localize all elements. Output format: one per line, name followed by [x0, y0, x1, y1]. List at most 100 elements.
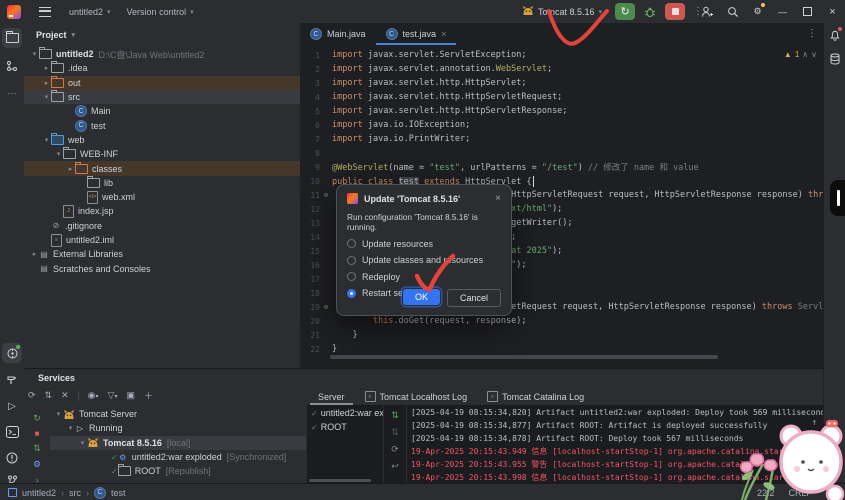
hidden-toolwindow-pill[interactable]: [830, 180, 845, 216]
project-tool-button[interactable]: [2, 28, 22, 48]
refresh-icon[interactable]: ⟳: [28, 390, 36, 401]
radio-option[interactable]: Redeploy: [347, 272, 501, 282]
rerun-server-icon[interactable]: ↻: [33, 413, 41, 424]
search-icon[interactable]: [720, 0, 745, 23]
deploy-icon[interactable]: ⇅: [391, 410, 399, 421]
project-tree-item[interactable]: ▸ classes: [24, 161, 300, 176]
chevron-collapsed-icon[interactable]: ▸: [42, 64, 51, 72]
chevron-expanded-icon[interactable]: ▾: [66, 424, 75, 432]
radio-option[interactable]: Update resources: [347, 239, 501, 249]
project-tree-item[interactable]: Ctest: [24, 118, 300, 132]
radio-icon[interactable]: [347, 255, 356, 265]
chevron-expanded-icon[interactable]: ▾: [78, 439, 87, 447]
log-output[interactable]: [2025-04-19 08:15:34,820] Artifact untit…: [407, 406, 845, 484]
project-tree-item[interactable]: ▸ out: [24, 75, 300, 90]
services-tool-button[interactable]: [2, 343, 22, 363]
artifact-row[interactable]: ✓ ROOT: [307, 420, 383, 434]
structure-tool-button[interactable]: [2, 56, 22, 76]
add-user-icon[interactable]: [695, 0, 720, 23]
project-tree-item[interactable]: ▸ .idea: [24, 61, 300, 75]
radio-icon[interactable]: [347, 288, 356, 298]
problems-tool-button[interactable]: [2, 448, 22, 468]
filter-icon[interactable]: ▽▾: [108, 390, 118, 401]
run-config-selector[interactable]: Tomcat 8.5.16 ▾: [522, 5, 610, 18]
breadcrumb-item[interactable]: test: [111, 488, 126, 498]
minimize-button[interactable]: —: [770, 0, 795, 23]
radio-icon[interactable]: [347, 272, 356, 281]
project-tree-item[interactable]: ▾ untitled2 D:\C盘\Java Web\untitled2: [24, 47, 300, 61]
view-options-icon[interactable]: ◉▾: [88, 390, 99, 401]
chevron-expanded-icon[interactable]: ▾: [54, 150, 63, 158]
services-tree-item[interactable]: ✓ ⚙ untitled2:war exploded [Synchronized]: [50, 450, 306, 464]
build-tool-button[interactable]: [2, 370, 22, 390]
editor-horizontal-scrollbar[interactable]: [330, 355, 718, 359]
project-panel-header[interactable]: Project ▾: [24, 23, 300, 47]
notifications-bell-icon[interactable]: [827, 27, 843, 43]
services-header[interactable]: Services: [24, 369, 845, 387]
scroll-down-icon[interactable]: ↓: [812, 430, 817, 440]
more-tool-windows-icon[interactable]: ⋯: [2, 83, 22, 103]
editor-options-icon[interactable]: ⋮: [807, 28, 817, 39]
services-tree-item[interactable]: ▾ ▷ Running: [50, 421, 306, 435]
project-tree-item[interactable]: ▾ src: [24, 89, 300, 105]
open-in-icon[interactable]: ▣: [126, 390, 135, 401]
services-tab-Tomcat Localhost Log[interactable]: ≡ Tomcat Localhost Log: [357, 389, 476, 405]
vcs-widget[interactable]: Version control: [127, 7, 187, 17]
stop-server-icon[interactable]: ■: [35, 429, 40, 438]
chevron-collapsed-icon[interactable]: ▸: [30, 250, 39, 258]
project-tree-item[interactable]: ▸ ▤ External Libraries: [24, 247, 300, 261]
chevron-expanded-icon[interactable]: ▾: [42, 136, 51, 144]
line-ending[interactable]: CRLF: [788, 488, 812, 498]
chevron-expanded-icon[interactable]: ▾: [42, 93, 51, 101]
rerun-button[interactable]: ↻: [615, 3, 636, 20]
project-tree-item[interactable]: ▾ WEB-INF: [24, 147, 300, 161]
stop-button[interactable]: [665, 3, 686, 20]
editor-tab-test.java[interactable]: Ctest.java ×: [376, 23, 457, 45]
breadcrumb-item[interactable]: src: [69, 488, 81, 498]
chevron-collapsed-icon[interactable]: ▸: [66, 165, 75, 173]
main-menu-icon[interactable]: [39, 6, 51, 17]
scroll-up-icon[interactable]: ↑: [812, 418, 817, 428]
project-tree-item[interactable]: ▾ web: [24, 132, 300, 147]
services-tree-item[interactable]: ✓ ROOT [Republish]: [50, 464, 306, 478]
artifacts-horizontal-scrollbar[interactable]: [309, 479, 371, 482]
project-tree-item[interactable]: ⊘ .gitignore: [24, 219, 300, 233]
caret-position[interactable]: 22:2: [757, 488, 775, 498]
breadcrumb[interactable]: untitled2 › src › Ctest: [8, 486, 126, 499]
project-tree-item[interactable]: Jindex.jsp: [24, 204, 300, 218]
ok-button[interactable]: OK: [402, 289, 440, 305]
services-tab-Tomcat Catalina Log[interactable]: ≡ Tomcat Catalina Log: [479, 389, 592, 405]
add-service-icon[interactable]: ＋: [144, 389, 153, 402]
server-settings-icon[interactable]: ⚙: [33, 459, 41, 470]
project-tree-item[interactable]: ≡ untitled2.iml: [24, 233, 300, 247]
close-tab-icon[interactable]: ×: [441, 29, 446, 39]
maximize-button[interactable]: [795, 0, 820, 23]
terminal-tool-button[interactable]: [2, 422, 22, 442]
dialog-close-icon[interactable]: ×: [495, 193, 501, 204]
breadcrumb-item[interactable]: untitled2: [22, 488, 56, 498]
editor-tab-Main.java[interactable]: C Main.java: [300, 23, 376, 45]
update-app-icon[interactable]: ⇅: [33, 443, 41, 454]
expand-collapse-icon[interactable]: ⇅: [45, 390, 53, 401]
radio-option[interactable]: Update classes and resources: [347, 255, 501, 265]
run-tool-button[interactable]: ▷: [2, 396, 22, 416]
override-method-icon[interactable]: ⊙: [320, 191, 332, 199]
chevron-expanded-icon[interactable]: ▾: [30, 50, 39, 58]
project-tree-item[interactable]: lib: [24, 175, 300, 190]
reload-log-icon[interactable]: ⟳: [391, 444, 399, 455]
soft-wrap-icon[interactable]: ↩: [391, 461, 399, 472]
artifact-row[interactable]: ✓untitled2:war explo: [307, 406, 383, 420]
project-tree-item[interactable]: ▤ Scratches and Consoles: [24, 261, 300, 275]
radio-icon[interactable]: [347, 239, 356, 248]
services-tab-Server[interactable]: Server: [310, 390, 353, 405]
chevron-collapsed-icon[interactable]: ▸: [42, 79, 51, 87]
project-tree-item[interactable]: </> web.xml: [24, 190, 300, 204]
close-button[interactable]: ×: [820, 0, 845, 23]
debug-button[interactable]: [640, 3, 660, 20]
database-icon[interactable]: [827, 51, 843, 67]
settings-gear-icon[interactable]: ⚙: [745, 0, 770, 23]
project-widget[interactable]: untitled2: [69, 7, 103, 17]
services-tree-item[interactable]: ▾ Tomcat 8.5.16 [local]: [50, 435, 306, 450]
clear-icon[interactable]: ✕: [61, 390, 69, 401]
chevron-expanded-icon[interactable]: ▾: [54, 410, 63, 418]
